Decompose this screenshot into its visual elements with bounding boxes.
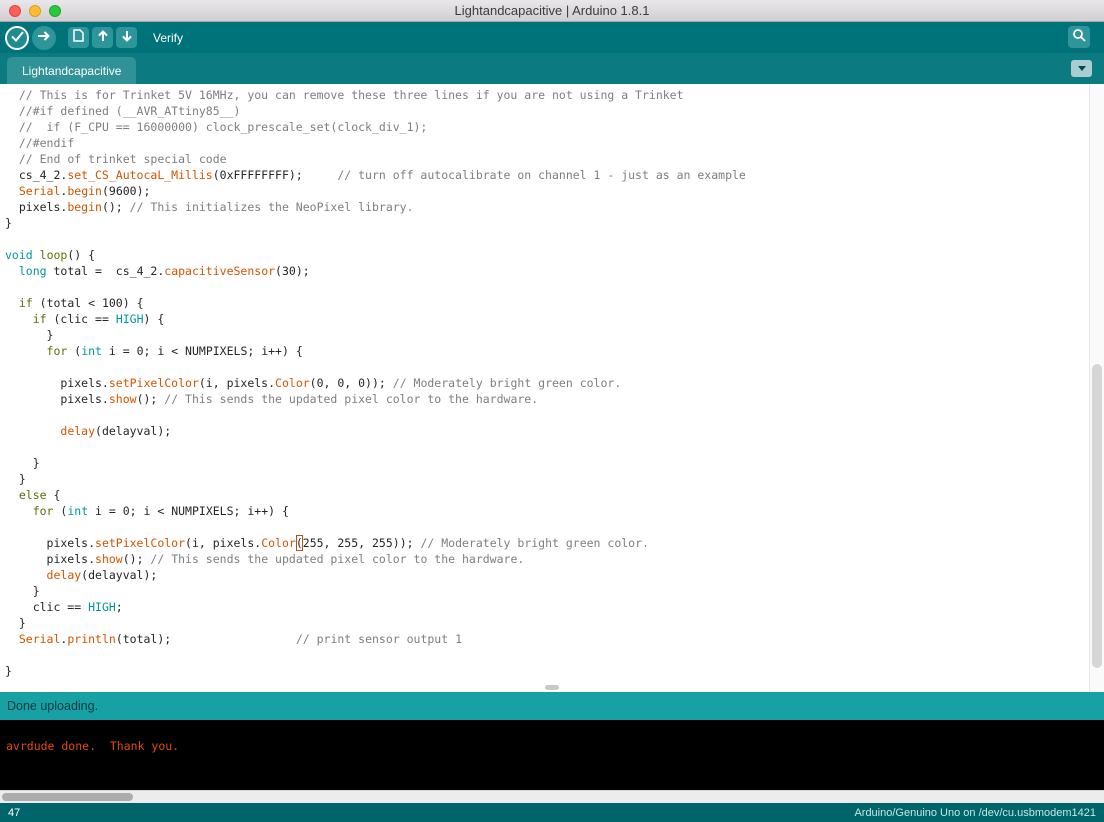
code-line: } <box>5 328 54 342</box>
code-line: Serial.begin(9600); <box>18 184 151 198</box>
check-icon <box>10 29 24 47</box>
arrow-down-icon <box>121 29 133 47</box>
code-line: pixels.show(); // This sends the updated… <box>5 392 539 406</box>
code-line: // if (F_CPU == 16000000) clock_prescale… <box>18 120 428 134</box>
verify-button[interactable] <box>5 25 29 50</box>
document-icon <box>73 28 84 47</box>
code-line: } <box>5 456 40 470</box>
tab-menu-button[interactable] <box>1071 60 1092 77</box>
arrow-right-icon <box>37 29 51 47</box>
arrow-up-icon <box>97 29 109 47</box>
save-sketch-button[interactable] <box>116 27 137 48</box>
console-output: avrdude done. Thank you. <box>0 720 1104 790</box>
code-line: long total = cs_4_2.capacitiveSensor(30)… <box>18 264 310 278</box>
code-line: clic == HIGH; <box>5 600 123 614</box>
horizontal-scrollbar-thumb[interactable] <box>2 793 133 801</box>
tab-strip: Lightandcapacitive <box>0 53 1104 84</box>
code-line: Serial.println(total); // print sensor o… <box>18 632 462 646</box>
code-line: cs_4_2.set_CS_AutocaL_Millis(0xFFFFFFFF)… <box>5 168 746 182</box>
code-line: delay(delayval); <box>46 568 158 582</box>
line-number: 47 <box>8 806 21 819</box>
open-sketch-button[interactable] <box>92 27 113 48</box>
traffic-lights <box>9 5 61 17</box>
console-line: avrdude done. Thank you. <box>6 739 180 753</box>
window-title: Lightandcapacitive | Arduino 1.8.1 <box>454 3 650 18</box>
tab-lightandcapacitive[interactable]: Lightandcapacitive <box>7 57 137 84</box>
code-editor[interactable]: // This is for Trinket 5V 16MHz, you can… <box>0 84 1089 692</box>
board-info: Arduino/Genuino Uno on /dev/cu.usbmodem1… <box>854 806 1096 819</box>
toolbar: Verify <box>0 22 1104 53</box>
status-message: Done uploading. <box>7 699 99 713</box>
toolbar-hover-label: Verify <box>153 30 184 45</box>
code-line: if (total < 100) { <box>18 296 144 310</box>
magnifier-icon <box>1072 28 1086 47</box>
code-line: if (clic == HIGH) { <box>32 312 165 326</box>
tab-label: Lightandcapacitive <box>22 63 122 78</box>
code-line: } <box>5 616 26 630</box>
titlebar: Lightandcapacitive | Arduino 1.8.1 <box>0 0 1104 22</box>
code-line: // End of trinket special code <box>18 152 227 166</box>
code-line: for (int i = 0; i < NUMPIXELS; i++) { <box>32 504 289 518</box>
code-line: //#if defined (__AVR_ATtiny85__) <box>18 104 241 118</box>
chevron-down-icon <box>1077 66 1086 71</box>
code-line: for (int i = 0; i < NUMPIXELS; i++) { <box>46 344 303 358</box>
code-line: // This is for Trinket 5V 16MHz, you can… <box>18 88 684 102</box>
editor-vertical-scrollbar[interactable] <box>1089 84 1104 692</box>
console-horizontal-scrollbar[interactable] <box>0 790 1104 803</box>
code-line: } <box>5 584 40 598</box>
code-line: else { <box>18 488 61 502</box>
zoom-button[interactable] <box>49 5 61 17</box>
status-bar: Done uploading. <box>0 692 1104 720</box>
code-line: pixels.setPixelColor(i, pixels.Color(0, … <box>5 376 622 390</box>
code-line: void loop() { <box>5 248 96 262</box>
code-line: pixels.setPixelColor(i, pixels.Color(255… <box>5 536 649 550</box>
vertical-scrollbar-thumb[interactable] <box>1092 363 1102 668</box>
code-line: } <box>5 664 12 678</box>
upload-button[interactable] <box>32 25 56 50</box>
editor-area: // This is for Trinket 5V 16MHz, you can… <box>0 84 1104 692</box>
close-button[interactable] <box>9 5 21 17</box>
new-sketch-button[interactable] <box>68 27 89 48</box>
minimize-button[interactable] <box>29 5 41 17</box>
code-line: //#endif <box>18 136 75 150</box>
serial-monitor-button[interactable] <box>1068 26 1090 48</box>
code-line: } <box>5 216 12 230</box>
code-line: delay(delayval); <box>60 424 172 438</box>
code-line: pixels.begin(); // This initializes the … <box>5 200 414 214</box>
splitter-grip[interactable] <box>545 685 559 690</box>
code-line: pixels.show(); // This sends the updated… <box>5 552 525 566</box>
code-line: } <box>5 472 26 486</box>
footer-status-bar: 47 Arduino/Genuino Uno on /dev/cu.usbmod… <box>0 803 1104 822</box>
